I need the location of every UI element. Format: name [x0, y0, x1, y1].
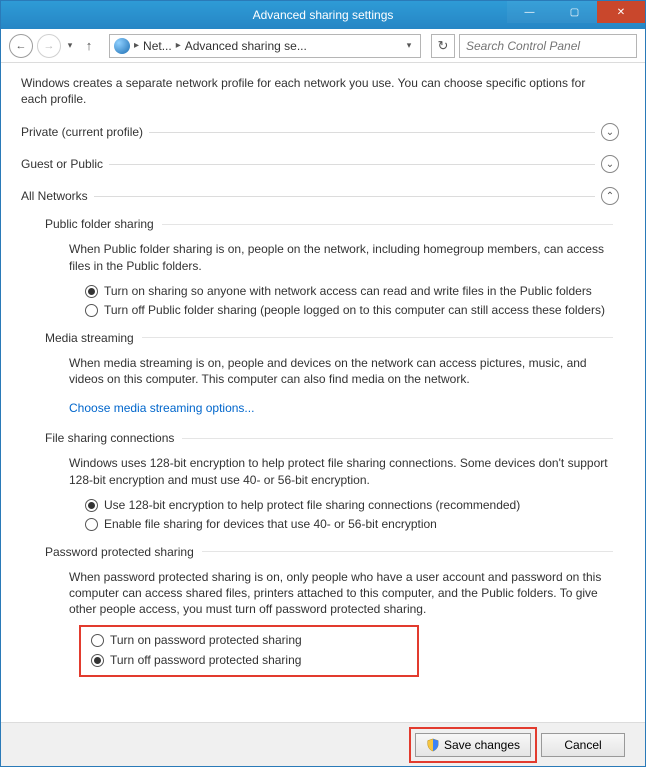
radio-icon [85, 304, 98, 317]
breadcrumb-1[interactable]: Net... [141, 39, 174, 53]
section-guest: Guest or Public ⌄ [21, 151, 619, 177]
sub-label: Public folder sharing [45, 217, 154, 231]
fileconn-desc: Windows uses 128-bit encryption to help … [69, 455, 611, 487]
divider [162, 224, 613, 225]
divider [202, 551, 613, 552]
subsection-media: Media streaming [45, 329, 619, 347]
radio-icon [85, 518, 98, 531]
cancel-button[interactable]: Cancel [541, 733, 625, 757]
fileconn-options: Use 128-bit encryption to help protect f… [85, 496, 619, 535]
window-frame: Advanced sharing settings — ▢ ✕ ← → ▾ ↑ … [0, 0, 646, 767]
radio-icon [85, 285, 98, 298]
radio-password-on[interactable]: Turn on password protected sharing [91, 631, 413, 651]
option-label: Turn on sharing so anyone with network a… [104, 284, 592, 300]
sub-label: Media streaming [45, 331, 134, 345]
option-label: Turn off Public folder sharing (people l… [104, 303, 605, 319]
sub-label: File sharing connections [45, 431, 174, 445]
public-folder-options: Turn on sharing so anyone with network a… [85, 282, 619, 321]
search-box[interactable] [459, 34, 637, 58]
minimize-button[interactable]: — [507, 1, 552, 23]
content-area: Windows creates a separate network profi… [1, 63, 645, 722]
maximize-button[interactable]: ▢ [552, 1, 597, 23]
option-label: Enable file sharing for devices that use… [104, 517, 437, 533]
up-button[interactable]: ↑ [79, 36, 99, 56]
radio-password-off[interactable]: Turn off password protected sharing [91, 651, 413, 671]
refresh-button[interactable]: ↻ [431, 34, 455, 58]
sub-header: Password protected sharing [45, 543, 619, 561]
divider [94, 196, 595, 197]
chevron-down-icon: ⌄ [601, 123, 619, 141]
section-all-networks: All Networks ⌃ Public folder sharing Whe… [21, 183, 619, 676]
search-input[interactable] [466, 39, 630, 53]
section-header-private[interactable]: Private (current profile) ⌄ [21, 119, 619, 145]
radio-enc-40-56[interactable]: Enable file sharing for devices that use… [85, 515, 619, 535]
chevron-right-icon: ▸ [174, 40, 183, 51]
chevron-up-icon: ⌃ [601, 187, 619, 205]
section-label: Private (current profile) [21, 125, 143, 139]
option-label: Turn on password protected sharing [110, 633, 302, 649]
arrow-left-icon: ← [16, 40, 27, 52]
divider [149, 132, 595, 133]
arrow-right-icon: → [44, 40, 55, 52]
footer-bar: Save changes Cancel [1, 722, 645, 766]
subsection-public-folder: Public folder sharing [45, 215, 619, 233]
button-label: Cancel [564, 738, 601, 752]
divider [109, 164, 595, 165]
highlight-box-password: Turn on password protected sharing Turn … [79, 625, 419, 676]
sub-header: File sharing connections [45, 429, 619, 447]
radio-enc-128[interactable]: Use 128-bit encryption to help protect f… [85, 496, 619, 516]
option-label: Turn off password protected sharing [110, 653, 301, 669]
password-desc: When password protected sharing is on, o… [69, 569, 611, 618]
address-bar[interactable]: ▸ Net... ▸ Advanced sharing se... ▾ [109, 34, 421, 58]
refresh-icon: ↻ [438, 38, 449, 54]
media-desc: When media streaming is on, people and d… [69, 355, 611, 387]
nav-bar: ← → ▾ ↑ ▸ Net... ▸ Advanced sharing se..… [1, 29, 645, 63]
option-label: Use 128-bit encryption to help protect f… [104, 498, 520, 514]
chevron-right-icon: ▸ [132, 40, 141, 51]
media-options-link[interactable]: Choose media streaming options... [69, 401, 254, 415]
radio-public-on[interactable]: Turn on sharing so anyone with network a… [85, 282, 619, 302]
section-private: Private (current profile) ⌄ [21, 119, 619, 145]
sub-header: Public folder sharing [45, 215, 619, 233]
radio-icon [85, 499, 98, 512]
public-folder-desc: When Public folder sharing is on, people… [69, 241, 611, 273]
chevron-down-icon: ⌄ [601, 155, 619, 173]
arrow-up-icon: ↑ [86, 38, 93, 53]
shield-icon [426, 738, 440, 752]
section-label: All Networks [21, 189, 88, 203]
divider [142, 337, 613, 338]
sub-label: Password protected sharing [45, 545, 194, 559]
radio-icon [91, 634, 104, 647]
breadcrumb-2[interactable]: Advanced sharing se... [183, 39, 309, 53]
save-changes-button[interactable]: Save changes [415, 733, 531, 757]
caption-buttons: — ▢ ✕ [507, 1, 645, 23]
intro-text: Windows creates a separate network profi… [21, 75, 607, 107]
button-label: Save changes [444, 738, 520, 752]
divider [182, 438, 613, 439]
section-header-all[interactable]: All Networks ⌃ [21, 183, 619, 209]
location-icon [114, 38, 130, 54]
radio-icon [91, 654, 104, 667]
section-header-guest[interactable]: Guest or Public ⌄ [21, 151, 619, 177]
history-dropdown[interactable]: ▾ [65, 40, 75, 51]
back-button[interactable]: ← [9, 34, 33, 58]
section-label: Guest or Public [21, 157, 103, 171]
address-dropdown-icon[interactable]: ▾ [400, 40, 418, 51]
subsection-password: Password protected sharing [45, 543, 619, 561]
forward-button[interactable]: → [37, 34, 61, 58]
close-button[interactable]: ✕ [597, 1, 645, 23]
sub-header: Media streaming [45, 329, 619, 347]
subsection-file-conn: File sharing connections [45, 429, 619, 447]
radio-public-off[interactable]: Turn off Public folder sharing (people l… [85, 301, 619, 321]
titlebar: Advanced sharing settings — ▢ ✕ [1, 1, 645, 29]
